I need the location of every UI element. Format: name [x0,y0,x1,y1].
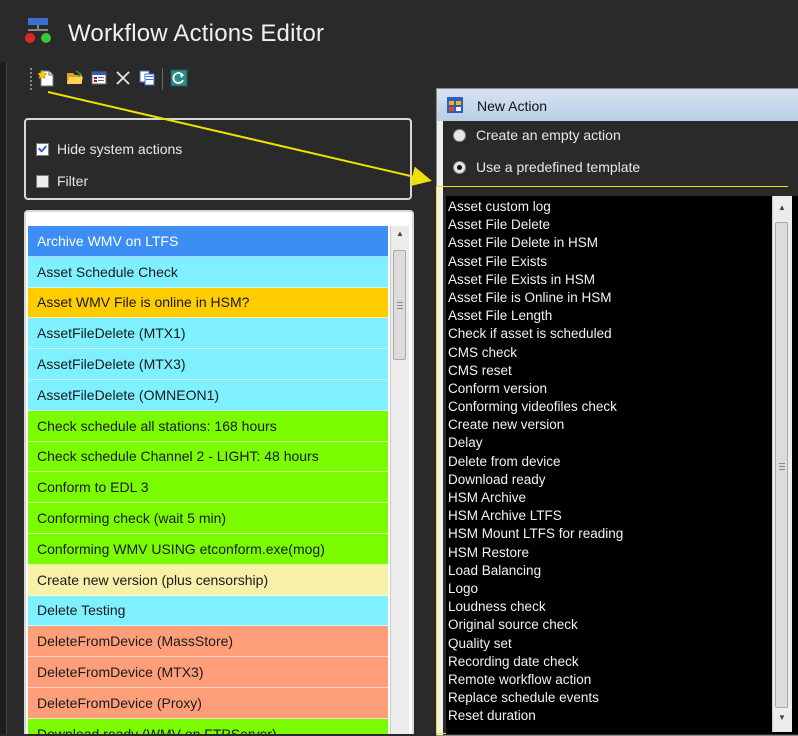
radio-unchecked-icon[interactable] [453,128,466,142]
x-delete-icon[interactable] [114,69,132,87]
checkbox-checked-icon[interactable] [36,142,49,156]
app-title: Workflow Actions Editor [68,20,325,47]
template-list-item[interactable]: HSM Mount LTFS for reading [446,525,760,543]
template-list-item[interactable]: Quality set [446,635,760,653]
template-items: Asset custom log Asset File Delete Asset F… [446,198,760,725]
actions-scrollbar[interactable]: ▲ [390,226,409,734]
hide-system-actions-label: Hide system actions [57,141,183,157]
template-list-item[interactable]: Conforming videofiles check [446,398,760,416]
folder-open-icon[interactable] [66,69,84,87]
template-list[interactable]: Asset custom log Asset File Delete Asset F… [446,196,798,734]
use-template-radio[interactable]: Use a predefined template [453,159,640,175]
create-empty-action-radio[interactable]: Create an empty action [453,127,621,143]
properties-icon[interactable] [90,69,108,87]
action-list-item[interactable]: AssetFileDelete (MTX3) [28,349,388,380]
template-list-item[interactable]: Load Balancing [446,562,760,580]
template-list-item[interactable]: Asset File is Online in HSM [446,289,760,307]
action-list-item[interactable]: Conforming check (wait 5 min) [28,503,388,534]
options-panel: Hide system actions Filter [24,118,412,200]
workflow-app-icon [25,18,51,43]
filter-checkbox[interactable]: Filter [36,173,88,189]
window-icon [447,97,463,113]
template-list-item[interactable]: CMS reset [446,362,760,380]
action-list-item[interactable]: Check schedule all stations: 168 hours [28,410,388,442]
action-list-item[interactable]: Create new version (plus censorship) [28,564,388,596]
action-list-item[interactable]: Conform to EDL 3 [28,472,388,504]
template-list-item[interactable]: Conform version [446,380,760,398]
action-list-item[interactable]: Check schedule Channel 2 - LIGHT: 48 hou… [28,441,388,473]
template-list-item[interactable]: Loudness check [446,598,760,616]
action-list-item[interactable]: Archive WMV on LTFS [28,226,388,257]
hide-system-actions-checkbox[interactable]: Hide system actions [36,141,182,157]
template-list-item[interactable]: Delete from device [446,453,760,471]
scroll-up-icon[interactable]: ▲ [773,200,791,216]
template-list-item[interactable]: Reset duration [446,707,760,725]
scroll-thumb[interactable] [393,250,406,360]
template-list-item[interactable]: Check if asset is scheduled [446,325,760,343]
scroll-down-icon[interactable]: ▼ [773,710,791,726]
template-list-item[interactable]: Asset File Delete [446,216,760,234]
template-list-item[interactable]: Asset File Exists in HSM [446,271,760,289]
toolbar-separator [162,68,163,90]
template-list-item[interactable]: Replace schedule events [446,689,760,707]
dialog-title: New Action [477,98,548,114]
toolbar [24,66,244,92]
window-left-edge [0,62,7,734]
action-list-item[interactable]: Asset Schedule Check [28,256,388,288]
scroll-up-icon[interactable]: ▲ [391,226,409,242]
template-scrollbar[interactable]: ▲ ▼ [772,196,792,732]
template-list-item[interactable]: HSM Archive [446,489,760,507]
actions-list[interactable]: Archive WMV on LTFS Asset Schedule Check A… [28,226,388,734]
template-list-item[interactable]: Asset File Exists [446,253,760,271]
scroll-thumb[interactable] [775,222,788,708]
copy-icon[interactable] [138,69,156,87]
template-list-item[interactable]: Remote workflow action [446,671,760,689]
title-bar: Workflow Actions Editor [0,0,798,58]
action-list-item[interactable]: Download ready (WMV on FTPServer) [28,718,388,734]
action-list-item[interactable]: Delete Testing [28,595,388,627]
template-list-item[interactable]: CMS check [446,344,760,362]
template-list-item[interactable]: Recording date check [446,653,760,671]
action-list-item[interactable]: DeleteFromDevice (MassStore) [28,626,388,658]
template-list-item[interactable]: Asset File Length [446,307,760,325]
refresh-icon[interactable] [170,69,188,87]
dialog-title-bar[interactable]: New Action [437,89,798,121]
action-list-item[interactable]: AssetFileDelete (MTX1) [28,318,388,350]
template-list-item[interactable]: Original source check [446,616,760,634]
checkbox-unchecked-icon[interactable] [36,174,49,188]
action-list-item[interactable]: Conforming WMV USING etconform.exe(mog) [28,533,388,565]
template-list-item[interactable]: Download ready [446,471,760,489]
new-document-icon[interactable] [38,69,56,87]
actions-panel: Archive WMV on LTFS Asset Schedule Check A… [24,210,414,734]
template-list-item[interactable]: HSM Archive LTFS [446,507,760,525]
template-list-item[interactable]: Delay [446,434,760,452]
template-list-item[interactable]: Asset custom log [446,198,760,216]
template-list-item[interactable]: HSM Restore [446,544,760,562]
create-empty-action-label: Create an empty action [476,127,621,143]
use-template-label: Use a predefined template [476,159,641,175]
action-list-item[interactable]: AssetFileDelete (OMNEON1) [28,379,388,411]
radio-checked-icon[interactable] [453,160,466,174]
template-list-item[interactable]: Logo [446,580,760,598]
action-list-item[interactable]: Asset WMV File is online in HSM? [28,287,388,319]
toolbar-grip[interactable] [30,68,32,90]
template-list-item[interactable]: Asset File Delete in HSM [446,234,760,252]
action-list-item[interactable]: DeleteFromDevice (Proxy) [28,687,388,719]
template-list-item[interactable]: Create new version [446,416,760,434]
action-list-item[interactable]: DeleteFromDevice (MTX3) [28,657,388,688]
filter-label: Filter [57,173,89,189]
